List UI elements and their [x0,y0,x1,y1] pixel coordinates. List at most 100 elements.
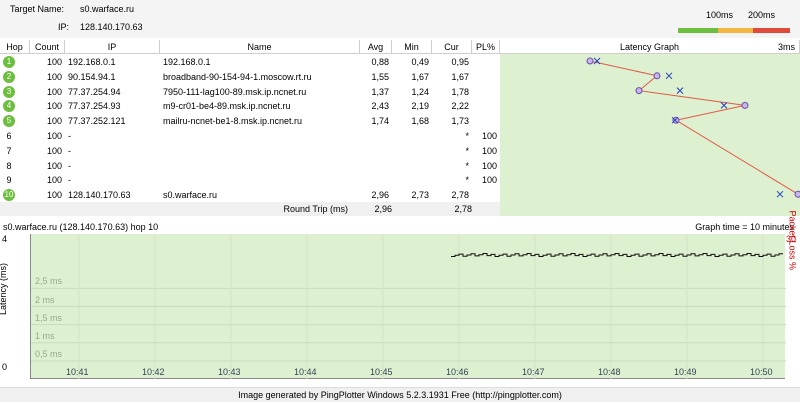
grid-label: 0,5 ms [35,348,63,359]
cell-pl: 100 [481,131,497,141]
round-trip-avg: 2,96 [374,204,392,214]
hop-number: 1 [3,56,15,68]
target-name-label: Target Name: [10,4,65,14]
cell-count: 100 [46,160,62,171]
legend-yellow-bar [718,28,753,33]
x-tick-label: 10:42 [142,367,165,377]
trace-table: Hop Count IP Name Avg Min Cur PL% Latenc… [0,38,800,216]
col-count[interactable]: Count [30,40,65,54]
graph-plot[interactable]: 2,5 ms 2 ms 1,5 ms 1 ms 0,5 ms [30,234,786,379]
col-latency-graph[interactable]: Latency Graph 3ms [500,40,800,54]
table-header: Hop Count IP Name Avg Min Cur PL% Latenc… [0,38,800,54]
cell-min: 1,24 [411,86,429,97]
grid-label: 2,5 ms [35,276,63,287]
cell-ip: 77.37.252.121 [68,116,126,127]
cell-count: 100 [46,116,62,127]
table-row[interactable]: 5 100 77.37.252.121 mailru-ncnet-be1-8.msk.… [0,113,500,129]
table-row[interactable]: 1 100 192.168.0.1 192.168.0.1 0,88 0,49 0,95 [0,54,500,70]
x-tick-label: 10:46 [446,367,469,377]
cell-pl [472,98,500,114]
cell-name: 192.168.0.1 [163,57,211,67]
cell-avg: 1,55 [371,71,389,82]
table-row[interactable]: 8 100- * 100 [0,158,500,174]
latency-avg-point [586,57,594,65]
cell-pl [472,187,500,203]
round-trip-cur: 2,78 [454,204,472,214]
cell-cur: 2,78 [451,190,469,201]
cell-name [160,143,360,159]
table-row[interactable]: 10 100 128.140.170.63 s0.warface.ru 2,96 2,73… [0,187,500,203]
col-min[interactable]: Min [392,40,432,54]
ip-label: IP: [58,22,70,32]
cell-ip: 77.37.254.93 [68,101,121,112]
table-row[interactable]: 6 100- * 100 [0,128,500,144]
table-row[interactable]: 7 100- * 100 [0,143,500,159]
cell-avg: 2,43 [371,101,389,112]
latency-graph-column [500,54,800,216]
col-pl[interactable]: PL% [472,40,500,54]
latency-graph-label: Latency Graph [619,42,680,52]
latency-axis-label: Latency (ms) [0,262,8,315]
footer: Image generated by PingPlotter Windows 5… [0,387,800,402]
cell-cur: 2,22 [451,101,469,112]
cell-avg [360,172,392,188]
col-cur[interactable]: Cur [432,40,472,54]
table-row[interactable]: 9 100- * 100 [0,172,500,188]
x-tick-label: 10:45 [370,367,393,377]
cell-count: 100 [46,175,62,186]
cell-name [160,172,360,188]
cell-count: 100 [46,71,62,82]
cell-min: 1,68 [411,116,429,127]
y-tick-zero: 0 [2,362,8,372]
cell-name: s0.warface.ru [163,190,218,201]
col-name[interactable]: Name [160,40,360,54]
cell-min [392,128,432,144]
cell-ip: 77.37.254.94 [68,86,121,97]
x-tick-label: 10:41 [66,367,89,377]
round-trip-label: Round Trip (ms) [283,204,348,214]
x-tick-label: 10:48 [598,367,621,377]
cell-name: m9-cr01-be4-89.msk.ip.ncnet.ru [163,101,291,112]
cell-pl: 100 [481,145,497,156]
cell-pl [472,113,500,129]
col-avg[interactable]: Avg [360,40,392,54]
cell-count: 100 [46,86,62,97]
hop-number: 9 [6,175,12,186]
cell-cur: 1,78 [451,86,469,97]
cell-ip: 128.140.170.63 [68,190,131,201]
x-tick-label: 10:49 [674,367,697,377]
hop-number: 7 [6,145,12,156]
cell-count: 100 [46,57,62,67]
cell-ip: - [68,131,71,141]
cell-min [392,158,432,174]
legend-red-bar [753,28,790,33]
latency-cur-marker [676,87,684,94]
hop-number: 4 [3,100,15,113]
cell-ip: - [68,160,71,171]
hop-number: 5 [3,115,15,128]
cell-min: 1,67 [411,71,429,82]
cell-cur: * [465,131,469,141]
cell-ip: 90.154.94.1 [68,71,116,82]
table-row[interactable]: 2 100 90.154.94.1 broadband-90-154-94-1.mos… [0,69,500,85]
cell-name: broadband-90-154-94-1.moscow.rt.ru [163,71,312,82]
cell-avg: 2,96 [371,190,389,201]
cell-pl: 100 [481,175,497,186]
cell-ip: - [68,145,71,156]
hop-number: 8 [6,160,12,171]
latency-avg-point [672,116,680,124]
cell-cur: * [465,160,469,171]
table-row[interactable]: 4 100 77.37.254.93 m9-cr01-be4-89.msk.ip.nc… [0,98,500,114]
latency-cur-marker [593,57,601,65]
col-hop[interactable]: Hop [0,40,30,54]
table-row[interactable]: 3 100 77.37.254.94 7950-111-lag100-89.msk.i… [0,84,500,100]
cell-name: mailru-ncnet-be1-8.msk.ip.ncnet.ru [163,116,303,127]
cell-cur: * [465,175,469,186]
cell-pl: 100 [481,160,497,171]
cell-avg [360,128,392,144]
cell-min [392,143,432,159]
col-ip[interactable]: IP [65,40,160,54]
latency-trace-segment [589,60,658,77]
cell-cur: 1,73 [451,116,469,127]
hop-number: 2 [3,70,15,83]
